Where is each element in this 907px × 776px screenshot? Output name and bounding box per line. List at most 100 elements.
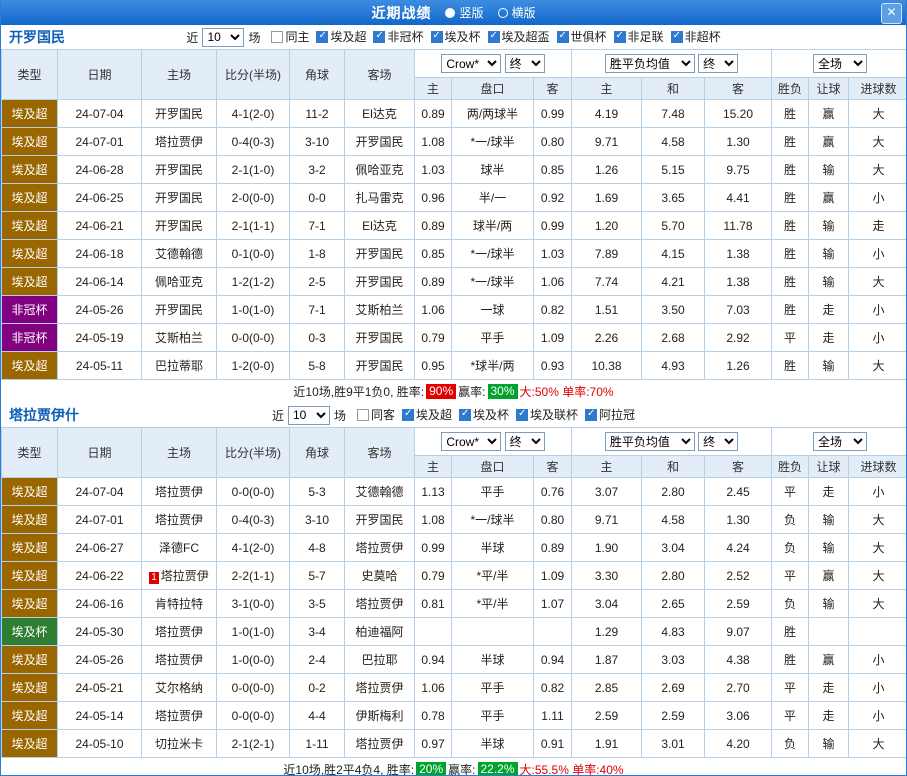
checkbox-checked-icon[interactable] [402,409,414,421]
col-handicap-line: 盘口 [452,456,534,478]
checkbox-checked-icon[interactable] [373,31,385,43]
match-count-select[interactable]: 10 [288,406,330,425]
europe-odds-select[interactable]: 胜平负均值 [605,54,695,73]
europe-odds-select[interactable]: 胜平负均值 [605,432,695,451]
radio-vertical-layout[interactable]: 竖版 [445,4,483,21]
cell-handicap-result: 输 [809,590,849,618]
cell-home-team[interactable]: 艾德翰德 [142,240,217,268]
filter-非足联[interactable]: 非足联 [614,28,664,45]
odds-final-select[interactable]: 终 [505,432,545,451]
cell-home-team[interactable]: 开罗国民 [142,156,217,184]
europe-final-select[interactable]: 终 [698,54,738,73]
filter-label: 埃及超 [416,406,452,423]
filter-世俱杯[interactable]: 世俱杯 [557,28,607,45]
radio-unselected-icon[interactable] [498,8,508,18]
cell-home-team[interactable]: 开罗国民 [142,184,217,212]
cell-home-team[interactable]: 塔拉贾伊 [142,478,217,506]
cell-away-team[interactable]: El达克 [345,212,415,240]
filter-埃及杯[interactable]: 埃及杯 [459,406,509,423]
cell-away-team[interactable]: 开罗国民 [345,128,415,156]
radio-horizontal-layout[interactable]: 横版 [498,4,536,21]
cell-home-team[interactable]: 佩哈亚克 [142,268,217,296]
team-name[interactable]: 开罗国民 [9,27,65,47]
cell-away-team[interactable]: 开罗国民 [345,352,415,380]
cell-date: 24-06-28 [58,156,142,184]
filter-埃及超盃[interactable]: 埃及超盃 [488,28,550,45]
filter-埃及联杯[interactable]: 埃及联杯 [516,406,578,423]
checkbox-checked-icon[interactable] [459,409,471,421]
close-button[interactable]: ✕ [881,3,902,24]
odds-final-select[interactable]: 终 [505,54,545,73]
checkbox-unchecked-icon[interactable] [271,31,283,43]
cell-home-team[interactable]: 塔拉贾伊 [142,618,217,646]
cell-away-team[interactable]: 开罗国民 [345,506,415,534]
recent-results-panel: 近期战绩 竖版 横版 ✕ 开罗国民 近 10 场 同主埃及超非冠杯埃及杯埃及超盃… [0,0,907,776]
cell-away-team[interactable]: 塔拉贾伊 [345,534,415,562]
cell-home-team[interactable]: 巴拉蒂耶 [142,352,217,380]
filter-埃及杯[interactable]: 埃及杯 [431,28,481,45]
match-row: 埃及超24-06-14佩哈亚克1-2(1-2)2-5开罗国民0.89*一/球半1… [2,268,907,296]
cell-away-team[interactable]: 艾斯柏兰 [345,296,415,324]
cell-home-team[interactable]: 塔拉贾伊 [142,646,217,674]
cell-eu-home-odds: 3.07 [572,478,642,506]
cell-home-team[interactable]: 塔拉贾伊 [142,128,217,156]
cell-away-team[interactable]: 塔拉贾伊 [345,674,415,702]
cell-home-team[interactable]: 泽德FC [142,534,217,562]
filter-阿拉冠[interactable]: 阿拉冠 [585,406,635,423]
cell-away-team[interactable]: 佩哈亚克 [345,156,415,184]
cell-away-team[interactable]: El达克 [345,100,415,128]
checkbox-checked-icon[interactable] [585,409,597,421]
cell-handicap-line: 半/一 [452,184,534,212]
cell-home-team[interactable]: 艾尔格纳 [142,674,217,702]
cell-away-team[interactable]: 艾德翰德 [345,478,415,506]
cell-date: 24-05-26 [58,646,142,674]
cell-home-team[interactable]: 塔拉贾伊 [142,702,217,730]
checkbox-checked-icon[interactable] [671,31,683,43]
filter-非冠杯[interactable]: 非冠杯 [373,28,423,45]
cell-league: 非冠杯 [2,296,58,324]
cell-home-team[interactable]: 1塔拉贾伊 [142,562,217,590]
cell-goals-result: 大 [849,506,907,534]
cell-away-team[interactable]: 开罗国民 [345,324,415,352]
cell-away-team[interactable]: 开罗国民 [345,240,415,268]
cell-home-team[interactable]: 开罗国民 [142,212,217,240]
checkbox-checked-icon[interactable] [614,31,626,43]
filter-同客[interactable]: 同客 [357,406,395,423]
cell-away-team[interactable]: 巴拉耶 [345,646,415,674]
checkbox-unchecked-icon[interactable] [357,409,369,421]
checkbox-checked-icon[interactable] [557,31,569,43]
match-count-select[interactable]: 10 [202,28,244,47]
team-section-1: 开罗国民 近 10 场 同主埃及超非冠杯埃及杯埃及超盃世俱杯非足联非超杯 类型 … [1,25,906,403]
cell-away-team[interactable]: 扎马雷克 [345,184,415,212]
cell-eu-away-odds: 15.20 [705,100,772,128]
cell-away-team[interactable]: 塔拉贾伊 [345,730,415,758]
odds-source-select[interactable]: Crow* [441,54,501,73]
checkbox-checked-icon[interactable] [431,31,443,43]
europe-final-select[interactable]: 终 [698,432,738,451]
cell-eu-draw-odds: 5.70 [642,212,705,240]
cell-home-team[interactable]: 开罗国民 [142,296,217,324]
filter-非超杯[interactable]: 非超杯 [671,28,721,45]
cell-away-team[interactable]: 柏迪福阿 [345,618,415,646]
cell-home-team[interactable]: 艾斯柏兰 [142,324,217,352]
filter-埃及超[interactable]: 埃及超 [316,28,366,45]
cell-home-team[interactable]: 塔拉贾伊 [142,506,217,534]
cell-away-team[interactable]: 开罗国民 [345,268,415,296]
cell-away-team[interactable]: 塔拉贾伊 [345,590,415,618]
checkbox-checked-icon[interactable] [516,409,528,421]
cell-home-team[interactable]: 肯特拉特 [142,590,217,618]
scope-select[interactable]: 全场 [813,432,867,451]
cell-away-team[interactable]: 伊斯梅利 [345,702,415,730]
checkbox-checked-icon[interactable] [488,31,500,43]
cell-away-team[interactable]: 史莫哈 [345,562,415,590]
cell-home-team[interactable]: 开罗国民 [142,100,217,128]
filter-label: 非足联 [628,28,664,45]
scope-select[interactable]: 全场 [813,54,867,73]
checkbox-checked-icon[interactable] [316,31,328,43]
team-name[interactable]: 塔拉贾伊什 [9,405,79,425]
radio-selected-icon[interactable] [445,8,455,18]
filter-同主[interactable]: 同主 [271,28,309,45]
filter-埃及超[interactable]: 埃及超 [402,406,452,423]
odds-source-select[interactable]: Crow* [441,432,501,451]
cell-home-team[interactable]: 切拉米卡 [142,730,217,758]
